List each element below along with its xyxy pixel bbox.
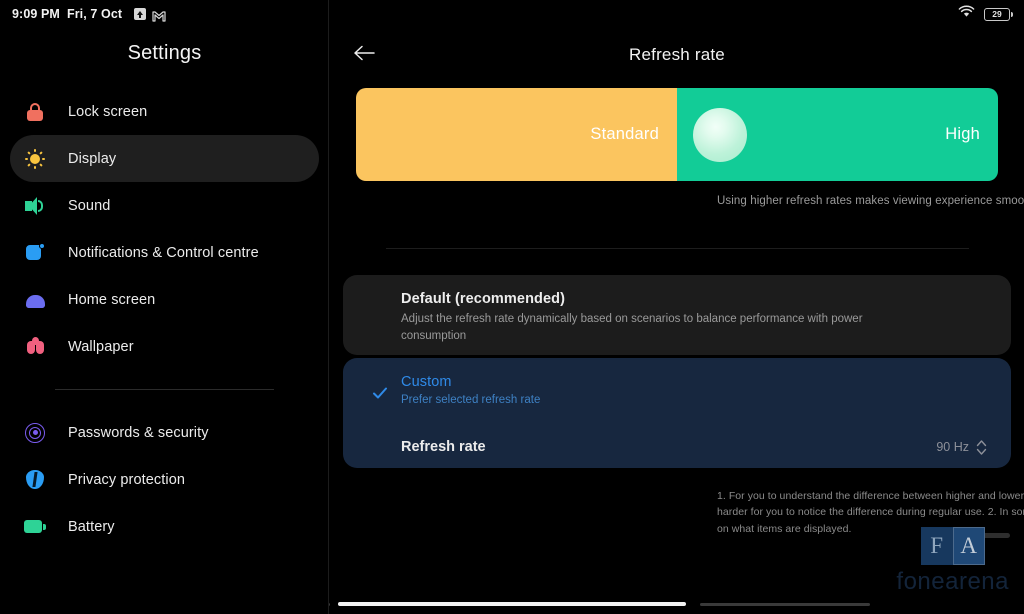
demo-high-half[interactable]: High (677, 88, 998, 181)
lock-icon (22, 99, 48, 125)
battery-icon: 29 (984, 7, 1014, 21)
option-title: Default (recommended) (401, 291, 566, 307)
refresh-rate-label: Refresh rate (401, 439, 486, 455)
sidebar-item-label: Home screen (68, 291, 156, 308)
demo-ball (693, 107, 747, 162)
flower-icon (22, 334, 48, 360)
refresh-rate-value: 90 Hz (936, 440, 969, 454)
shield-icon (22, 467, 48, 493)
sidebar-nav-list: Lock screen Display Sound Notifications … (0, 88, 329, 550)
battery-level: 29 (992, 8, 1002, 19)
notification-icon (22, 240, 48, 266)
home-indicator-main[interactable] (338, 602, 686, 606)
check-icon (372, 385, 388, 401)
sidebar-item-privacy-protection[interactable]: Privacy protection (10, 456, 319, 503)
option-card-custom[interactable]: Custom Prefer selected refresh rate Refr… (343, 358, 1011, 468)
footnote-text: 1. For you to understand the difference … (717, 490, 1024, 535)
home-indicator-right[interactable] (700, 602, 870, 606)
gmail-icon (152, 9, 166, 22)
sidebar-item-label: Battery (68, 518, 115, 535)
option-subtitle: Adjust the refresh rate dynamically base… (401, 313, 863, 342)
sidebar-item-lock-screen[interactable]: Lock screen (10, 88, 319, 135)
option-subtitle: Prefer selected refresh rate (401, 394, 541, 406)
demo-description: Using higher refresh rates makes viewing… (717, 195, 1024, 207)
sidebar-item-label: Passwords & security (68, 424, 209, 441)
back-button[interactable] (349, 41, 379, 69)
sidebar-item-wallpaper[interactable]: Wallpaper (10, 323, 319, 370)
settings-sidebar: Settings Lock screen Display Sound Notif… (0, 0, 329, 614)
main-page-title: Refresh rate (629, 45, 725, 64)
status-notification-icons (134, 8, 166, 22)
home-icon (22, 287, 48, 313)
page-title: Settings (127, 42, 202, 64)
option-title: Custom (401, 374, 452, 390)
refresh-rate-row[interactable]: Refresh rate 90 Hz (343, 428, 1011, 466)
vertical-scrollbar[interactable] (962, 533, 1010, 538)
status-bar-left: 9:09 PM Fri, 7 Oct (12, 7, 166, 22)
status-clock: 9:09 PM (12, 7, 60, 21)
main-content: Refresh rate Standard High Using higher … (330, 0, 1024, 614)
refresh-rate-control[interactable]: 90 Hz (936, 439, 987, 456)
chevron-up-down-icon[interactable] (976, 439, 987, 456)
demo-standard-half[interactable]: Standard (356, 88, 677, 181)
option-card-default[interactable]: Default (recommended) Adjust the refresh… (343, 275, 1011, 355)
sidebar-item-label: Privacy protection (68, 471, 186, 488)
wifi-icon (958, 5, 975, 23)
demo-high-label: High (945, 125, 980, 143)
sidebar-item-display[interactable]: Display (10, 135, 319, 182)
sidebar-item-label: Display (68, 150, 117, 167)
sidebar-item-notifications[interactable]: Notifications & Control centre (10, 229, 319, 276)
sidebar-item-label: Lock screen (68, 103, 148, 120)
speaker-icon (22, 193, 48, 219)
section-divider (386, 248, 969, 249)
battery-icon (22, 514, 48, 540)
sidebar-item-label: Wallpaper (68, 338, 134, 355)
fingerprint-icon (22, 420, 48, 446)
main-header: Refresh rate (330, 38, 1024, 72)
sun-icon (22, 146, 48, 172)
upload-icon (134, 8, 147, 20)
sidebar-item-passwords-security[interactable]: Passwords & security (10, 409, 319, 456)
sidebar-item-sound[interactable]: Sound (10, 182, 319, 229)
demo-standard-label: Standard (590, 125, 659, 143)
sidebar-item-home-screen[interactable]: Home screen (10, 276, 319, 323)
status-date: Fri, 7 Oct (66, 7, 123, 21)
status-bar-right: 29 (958, 5, 1014, 23)
refresh-rate-demo-bar[interactable]: Standard High (356, 88, 998, 181)
sidebar-item-battery[interactable]: Battery (10, 503, 319, 550)
sidebar-item-label: Sound (68, 197, 111, 214)
back-arrow-icon (353, 45, 375, 66)
sidebar-item-label: Notifications & Control centre (68, 244, 259, 261)
status-bar: 9:09 PM Fri, 7 Oct 29 (0, 0, 1024, 28)
